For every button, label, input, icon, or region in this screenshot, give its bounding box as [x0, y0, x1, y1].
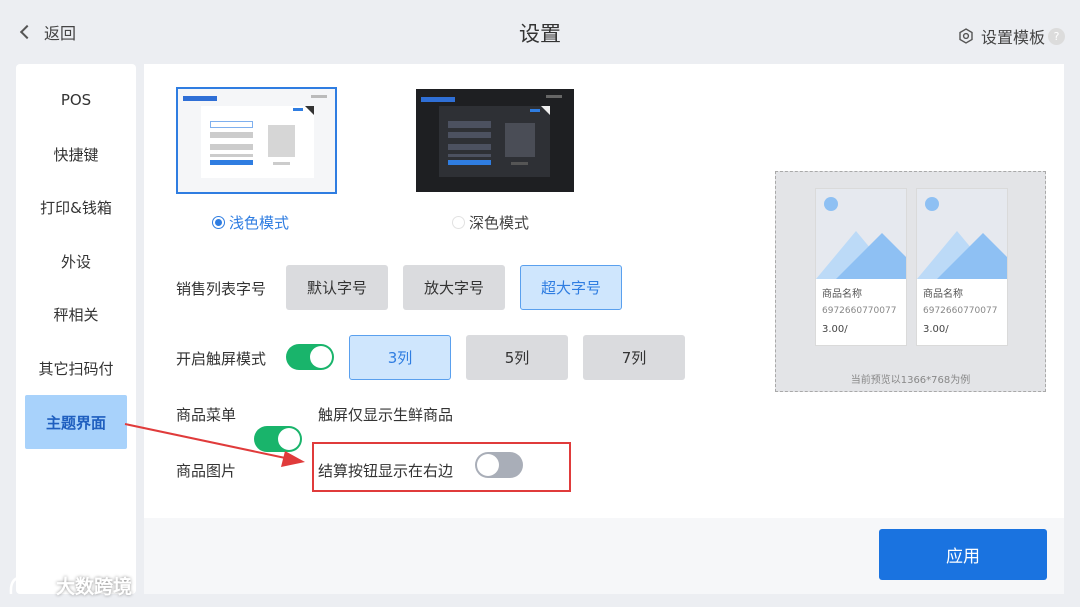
light-theme-thumbnail[interactable]	[176, 87, 337, 194]
preview-note: 当前预览以1366*768为例	[850, 375, 971, 386]
sidebar-item-theme[interactable]: 主题界面	[25, 395, 127, 449]
preview-product-code: 6972660770077	[923, 306, 998, 316]
font-size-xlarge-button[interactable]: 超大字号	[520, 265, 622, 310]
columns-5-button[interactable]: 5列	[466, 335, 568, 380]
columns-7-button[interactable]: 7列	[583, 335, 685, 380]
touch-fresh-only-label: 触屏仅显示生鲜商品	[318, 406, 454, 424]
settings-template-button[interactable]: 设置模板 ?	[958, 24, 1066, 48]
sidebar-item-other-scan-pay[interactable]: 其它扫码付	[25, 341, 127, 395]
apply-button[interactable]: 应用	[879, 529, 1047, 580]
settings-template-label: 设置模板	[981, 28, 1046, 47]
font-size-large-button[interactable]: 放大字号	[403, 265, 505, 310]
gear-icon	[959, 28, 973, 44]
sidebar: POS 快捷键 打印&钱箱 外设 秤相关 其它扫码付 主题界面	[16, 64, 136, 594]
dark-theme-thumbnail[interactable]	[416, 89, 574, 192]
image-placeholder-icon	[917, 189, 1007, 279]
touch-mode-label: 开启触屏模式	[176, 350, 267, 368]
watermark: 大数跨境	[8, 572, 132, 599]
light-theme-radio[interactable]	[212, 216, 225, 229]
font-size-default-button[interactable]: 默认字号	[286, 265, 388, 310]
sidebar-item-peripherals[interactable]: 外设	[25, 234, 127, 288]
preview-product-code: 6972660770077	[822, 306, 897, 316]
columns-3-button[interactable]: 3列	[349, 335, 451, 380]
preview-product-card: 商品名称 6972660770077 3.00/	[815, 188, 907, 346]
dark-theme-option[interactable]: 深色模式	[452, 212, 529, 233]
touch-mode-toggle[interactable]	[286, 344, 334, 370]
preview-product-price: 3.00/	[923, 324, 949, 335]
watermark-logo-icon	[9, 576, 49, 594]
dark-theme-label: 深色模式	[469, 214, 530, 232]
font-size-label: 销售列表字号	[176, 280, 267, 298]
preview-product-card: 商品名称 6972660770077 3.00/	[916, 188, 1008, 346]
page-title: 设置	[519, 22, 561, 46]
help-icon[interactable]: ?	[1048, 27, 1066, 45]
light-theme-option[interactable]: 浅色模式	[212, 212, 289, 233]
sidebar-item-scale[interactable]: 秤相关	[25, 287, 127, 341]
annotation-arrow-icon	[124, 423, 305, 467]
sidebar-item-pos[interactable]: POS	[25, 73, 127, 127]
watermark-text: 大数跨境	[56, 576, 133, 598]
preview-product-price: 3.00/	[822, 324, 848, 335]
dark-theme-radio[interactable]	[452, 216, 465, 229]
preview-product-name: 商品名称	[822, 289, 862, 300]
preview-product-name: 商品名称	[923, 289, 963, 300]
highlight-box	[312, 442, 571, 492]
light-theme-label: 浅色模式	[229, 214, 290, 232]
sidebar-item-shortcuts[interactable]: 快捷键	[25, 127, 127, 181]
sidebar-item-print-cashbox[interactable]: 打印&钱箱	[25, 180, 127, 234]
theme-preview: 商品名称 6972660770077 3.00/ 商品名称 6972660770…	[775, 171, 1046, 392]
image-placeholder-icon	[816, 189, 906, 279]
